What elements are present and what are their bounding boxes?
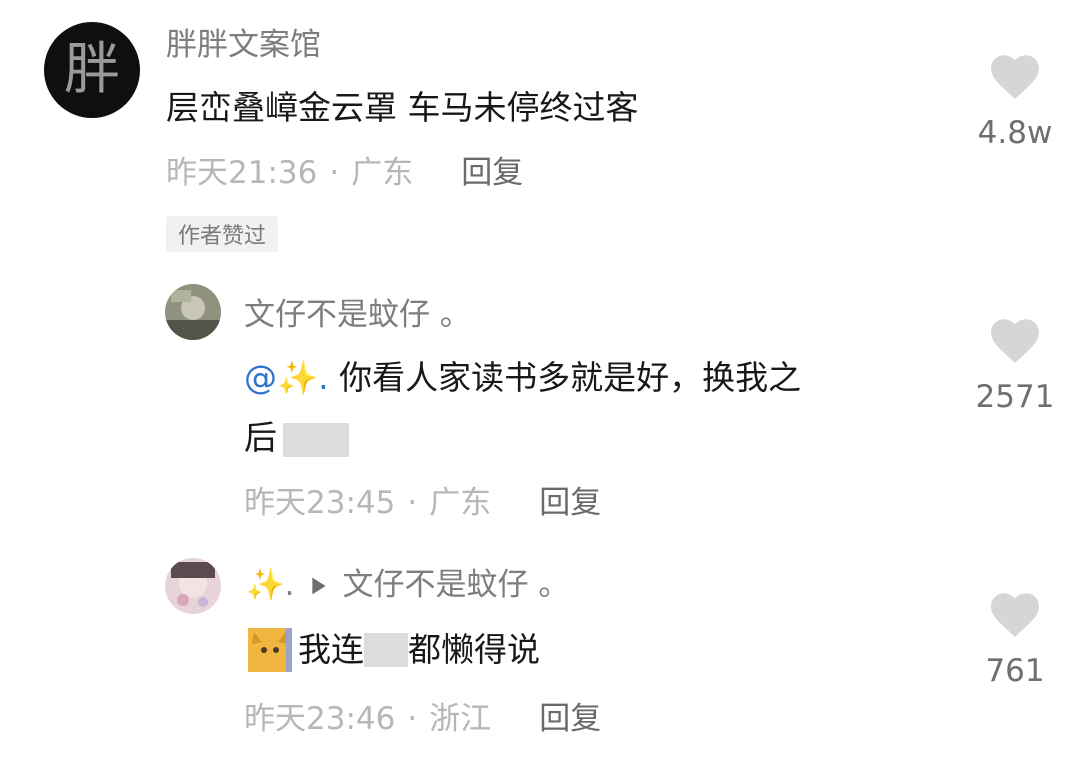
- heart-icon: [991, 55, 1039, 99]
- comment-location: 广东: [429, 485, 492, 521]
- like-button[interactable]: 4.8w: [960, 52, 1070, 149]
- comment-meta: 昨天21:36 · 广东 回复: [166, 158, 523, 189]
- heart-icon: [991, 593, 1039, 637]
- comment-meta: 昨天23:46 · 浙江 回复: [244, 704, 601, 735]
- reply-button[interactable]: 回复: [461, 158, 523, 189]
- comment-meta: 昨天23:45 · 广东 回复: [244, 488, 601, 519]
- reply-header: ✨ . 文仔不是蚊仔 。: [246, 570, 569, 601]
- sparkle-icon: ✨: [246, 567, 285, 603]
- reply-button[interactable]: 回复: [539, 488, 601, 519]
- comment-author-name[interactable]: 胖胖文案馆: [166, 30, 321, 61]
- comment-time: 昨天21:36: [166, 155, 318, 191]
- like-count: 4.8w: [977, 115, 1053, 151]
- like-button[interactable]: 761: [960, 590, 1070, 687]
- heart-icon: [991, 319, 1039, 363]
- sparkle-icon: ✨: [277, 358, 319, 397]
- comment-text-body: 你看人家读书多就是好，换我之: [339, 358, 802, 397]
- cat-emoji-icon: [248, 628, 292, 673]
- meta-separator: ·: [407, 701, 418, 737]
- like-count: 2571: [975, 379, 1055, 415]
- meta-separator: ·: [407, 485, 418, 521]
- avatar-image: [165, 558, 221, 614]
- like-button[interactable]: 2571: [960, 316, 1070, 413]
- redacted-text: [283, 422, 349, 457]
- like-count: 761: [985, 653, 1045, 689]
- author-avatar[interactable]: 胖: [44, 22, 140, 118]
- reply-author-name[interactable]: .: [285, 570, 295, 601]
- reply-button[interactable]: 回复: [539, 704, 601, 735]
- triangle-right-icon: [312, 577, 327, 594]
- comment-text: @✨. 你看人家读书多就是好，换我之: [244, 356, 801, 401]
- author-liked-badge: 作者赞过: [166, 216, 279, 252]
- comment-author-name[interactable]: 文仔不是蚊仔 。: [244, 300, 471, 331]
- comment-text-part1: 我连: [298, 630, 364, 669]
- comment-text: 我连 都懒得说: [248, 628, 540, 673]
- comment-text-part2: 都懒得说: [408, 630, 540, 669]
- comment-time: 昨天23:46: [244, 701, 396, 737]
- meta-separator: ·: [329, 155, 340, 191]
- reply-avatar[interactable]: [165, 284, 221, 340]
- reply-to-name[interactable]: 文仔不是蚊仔 。: [342, 570, 569, 601]
- mention-link[interactable]: @✨.: [244, 358, 329, 397]
- comment-location: 浙江: [429, 701, 492, 737]
- redacted-text: [364, 633, 408, 668]
- reply-avatar[interactable]: [165, 558, 221, 614]
- comment-text: 层峦叠嶂金云罩 车马未停终过客: [166, 88, 639, 127]
- comment-time: 昨天23:45: [244, 485, 396, 521]
- comment-location: 广东: [351, 155, 414, 191]
- avatar-image: [165, 284, 221, 340]
- comment-text-line2: 后: [244, 416, 349, 461]
